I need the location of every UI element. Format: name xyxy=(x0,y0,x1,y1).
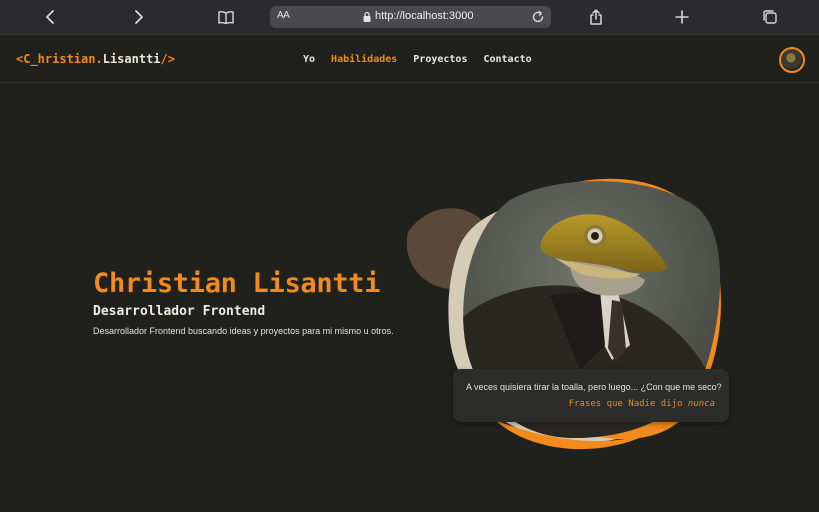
lock-icon xyxy=(363,11,371,22)
logo-open-bracket: <C xyxy=(16,52,31,66)
site-header: <C_hristian.Lisantti/> Yo Habilidades Pr… xyxy=(0,35,819,83)
main-nav: Yo Habilidades Proyectos Contacto xyxy=(303,54,532,65)
nav-link-yo[interactable]: Yo xyxy=(303,54,315,65)
logo-dot: . xyxy=(95,52,103,66)
logo-close-bracket: /> xyxy=(160,52,175,66)
reload-icon[interactable] xyxy=(530,9,546,25)
share-icon[interactable] xyxy=(587,8,605,26)
nav-link-proyectos[interactable]: Proyectos xyxy=(413,54,467,65)
url-text: http://localhost:3000 xyxy=(375,10,474,22)
nav-link-contacto[interactable]: Contacto xyxy=(483,54,531,65)
hero-description: Desarrollador Frontend buscando ideas y … xyxy=(93,326,394,336)
chevron-left-icon[interactable] xyxy=(42,8,60,26)
quote-author-emphasis: nunca xyxy=(687,399,715,409)
address-bar[interactable]: AA http://localhost:3000 xyxy=(270,6,551,28)
quote-author-prefix: Frases que Nadie dijo xyxy=(568,399,683,409)
logo-first-name: _hristian xyxy=(30,52,96,66)
quote-card: A veces quisiera tirar la toalla, pero l… xyxy=(453,369,729,422)
plus-icon[interactable] xyxy=(673,8,691,26)
hero-name: Christian Lisantti xyxy=(93,268,381,299)
tabs-icon[interactable] xyxy=(761,8,779,26)
chevron-right-icon[interactable] xyxy=(129,8,147,26)
avatar[interactable] xyxy=(779,47,805,73)
nav-link-habilidades[interactable]: Habilidades xyxy=(331,54,397,65)
quote-text: A veces quisiera tirar la toalla, pero l… xyxy=(466,382,722,392)
book-icon[interactable] xyxy=(217,8,235,26)
browser-toolbar: AA http://localhost:3000 xyxy=(0,0,819,35)
quote-author: Frases que Nadie dijo nunca xyxy=(569,399,715,409)
logo-last-name: Lisantti xyxy=(102,52,161,66)
site-logo[interactable]: <C_hristian.Lisantti/> xyxy=(16,52,175,66)
hero-role: Desarrollador Frontend xyxy=(93,304,266,319)
reader-text-size-button[interactable]: AA xyxy=(277,10,290,21)
